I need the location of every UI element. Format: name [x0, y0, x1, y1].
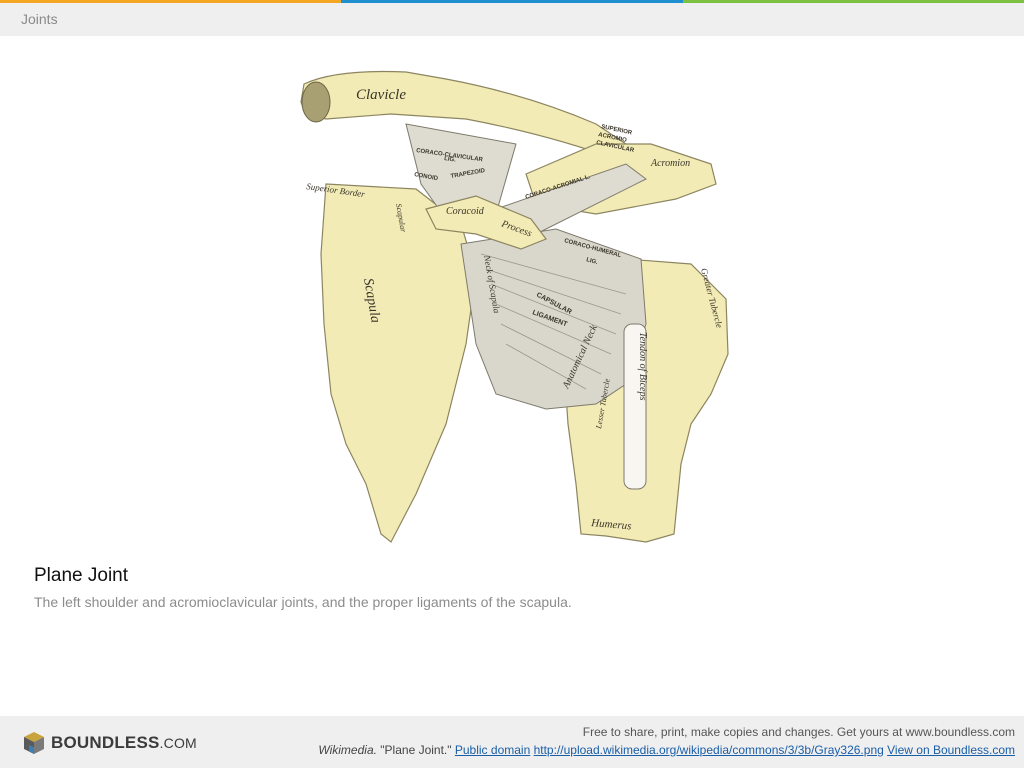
attribution-title: "Plane Joint." — [380, 743, 452, 757]
logo-wordmark: BOUNDLESS.COM — [51, 733, 197, 753]
page-section-title: Joints — [21, 11, 58, 27]
cube-logo-icon — [24, 732, 44, 754]
label-acromion: Acromion — [650, 158, 690, 169]
label-clavicle: Clavicle — [356, 87, 406, 103]
label-coracoid: Coracoid — [446, 206, 485, 217]
footer-bar: BOUNDLESS.COM Free to share, print, make… — [0, 716, 1024, 768]
attribution-source: Wikimedia. — [318, 743, 377, 757]
clavicle-cut-end — [301, 81, 331, 123]
shoulder-joint-illustration: Clavicle Acromion Superior Border Coraco… — [300, 70, 729, 543]
boundless-logo[interactable]: BOUNDLESS.COM — [22, 731, 197, 755]
image-url-link[interactable]: http://upload.wikimedia.org/wikipedia/co… — [534, 743, 884, 757]
footer-attribution: Wikimedia. "Plane Joint." Public domain … — [318, 743, 1015, 757]
label-tendon-of-biceps: Tendon of Biceps — [637, 332, 648, 401]
view-on-boundless-link[interactable]: View on Boundless.com — [887, 743, 1015, 757]
caption-description: The left shoulder and acromioclavicular … — [34, 594, 572, 610]
header-bar: Joints — [0, 3, 1024, 36]
logo-suffix-text: .COM — [159, 735, 197, 751]
caption-title: Plane Joint — [34, 565, 129, 586]
public-domain-link[interactable]: Public domain — [455, 743, 530, 757]
footer-share-text: Free to share, print, make copies and ch… — [582, 725, 1015, 739]
logo-main-text: BOUNDLESS — [51, 733, 160, 752]
scapula-bone — [320, 183, 477, 543]
